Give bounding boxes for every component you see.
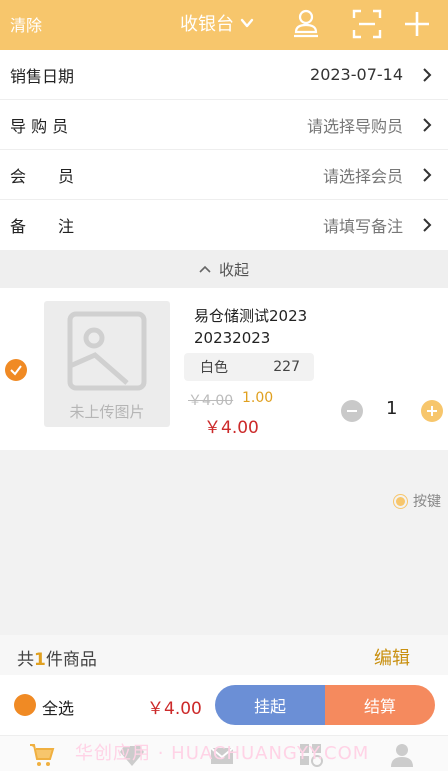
edit-button[interactable]: 编辑 [374, 644, 410, 670]
hang-button[interactable]: 挂起 [215, 685, 325, 725]
select-all-label[interactable]: 全选 [42, 695, 74, 719]
checkout-button[interactable]: 结算 [325, 685, 435, 725]
discount-value: 1.00 [242, 390, 274, 406]
product-checkbox[interactable] [5, 359, 27, 381]
product-card: 未上传图片 易仓储测试2023 20232023 白色 227 ￥4.00 1.… [0, 288, 448, 450]
product-spec[interactable]: 白色 227 [184, 353, 314, 381]
original-price: ￥4.00 [188, 393, 234, 409]
item-count: 共1件商品 [17, 650, 97, 670]
sale-date-value: 2023-07-14 [310, 65, 403, 84]
guide-label: 导 购 员 [10, 116, 69, 136]
key-mode-toggle[interactable]: 按键 [393, 491, 441, 511]
scan-icon[interactable] [352, 8, 382, 40]
summary-bar: 共1件商品 编辑 [0, 635, 448, 675]
chevron-right-icon [423, 68, 432, 82]
key-mode-label: 按键 [413, 494, 441, 510]
member-placeholder: 请选择会员 [322, 166, 403, 186]
bottom-tab-bar: 华创应用 · HUACHUANGYY.COM [0, 735, 448, 771]
radio-icon [393, 493, 408, 509]
spec-stock: 227 [273, 359, 300, 375]
sale-date-label: 销售日期 [10, 66, 75, 86]
collapse-toggle[interactable]: 收起 [0, 250, 448, 288]
product-image-placeholder: 未上传图片 [44, 301, 170, 427]
guide-row[interactable]: 导 购 员 请选择导购员 [0, 100, 448, 150]
chevron-down-icon [240, 18, 254, 28]
chevron-up-icon [199, 265, 211, 273]
user-icon[interactable] [291, 8, 321, 40]
product-price: ￥4.00 [204, 418, 259, 438]
collapse-label: 收起 [218, 260, 249, 279]
chevron-right-icon [423, 118, 432, 132]
sale-form: 销售日期 2023-07-14 导 购 员 请选择导购员 会 员 请选择会员 备… [0, 50, 448, 250]
cashier-title-dropdown[interactable]: 收银台 [180, 10, 254, 36]
clear-button[interactable]: 清除 [10, 12, 42, 36]
remark-placeholder: 请填写备注 [322, 217, 403, 236]
top-header: 清除 收银台 [0, 0, 448, 50]
image-placeholder-icon [67, 311, 147, 391]
product-name: 易仓储测试2023 [194, 307, 308, 325]
total-amount: ￥4.00 [147, 699, 202, 719]
image-placeholder-text: 未上传图片 [69, 403, 145, 421]
member-label: 会 员 [10, 166, 75, 186]
quantity-value[interactable]: 1 [386, 398, 397, 419]
watermark-text: 华创应用 · HUACHUANGYY.COM [75, 743, 370, 764]
quantity-increase-button[interactable] [421, 400, 443, 422]
product-code: 20232023 [194, 329, 271, 347]
user-icon[interactable] [388, 742, 416, 768]
plus-icon[interactable] [402, 8, 432, 40]
checkout-bar: 全选 ￥4.00 挂起 结算 [0, 675, 448, 735]
member-row[interactable]: 会 员 请选择会员 [0, 150, 448, 200]
select-all-checkbox[interactable] [14, 694, 36, 716]
guide-placeholder: 请选择导购员 [306, 116, 403, 136]
remark-row[interactable]: 备 注 请填写备注 [0, 200, 448, 250]
sale-date-row[interactable]: 销售日期 2023-07-14 [0, 50, 448, 100]
page-title: 收银台 [180, 14, 234, 35]
checkmark-icon [10, 365, 22, 376]
spec-color: 白色 [200, 360, 228, 376]
chevron-right-icon [423, 168, 432, 182]
chevron-right-icon [423, 218, 432, 232]
cart-icon[interactable] [28, 742, 56, 768]
quantity-decrease-button[interactable] [341, 400, 363, 422]
remark-label: 备 注 [10, 217, 75, 236]
